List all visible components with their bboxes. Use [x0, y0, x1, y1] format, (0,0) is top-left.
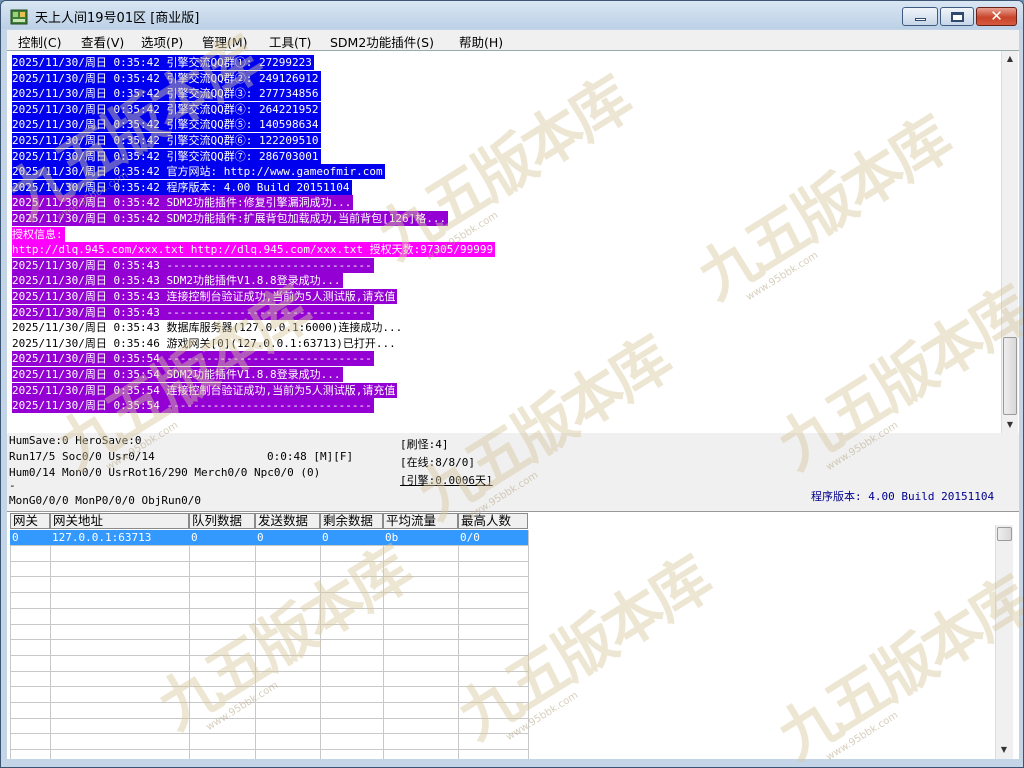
status-engine[interactable]: [引擎:0.0006天] — [400, 474, 493, 488]
grid-column-line — [528, 530, 529, 759]
log-line: 2025/11/30/周日 0:35:42 程序版本: 4.00 Build 2… — [12, 179, 352, 195]
grid-column-line — [10, 530, 11, 759]
column-header[interactable]: 平均流量 — [383, 513, 458, 529]
log-line: 2025/11/30/周日 0:35:42 引擎交流QQ群③: 27773485… — [12, 86, 321, 102]
minimize-icon — [915, 18, 926, 21]
grid-scroll-down-icon[interactable]: ▼ — [996, 742, 1012, 758]
log-line: 2025/11/30/周日 0:35:42 引擎交流QQ群②: 24912691… — [12, 70, 321, 86]
grid-row-line — [10, 639, 528, 641]
menu-view[interactable]: 查看(V) — [81, 32, 124, 51]
log-line: 2025/11/30/周日 0:35:54 ------------------… — [12, 351, 374, 367]
close-icon: ✕ — [990, 7, 1003, 25]
log-scrollbar[interactable]: ▲ ▼ — [1001, 51, 1018, 433]
scroll-up-icon[interactable]: ▲ — [1002, 51, 1018, 67]
table-cell: 127.0.0.1:63713 — [52, 531, 152, 544]
log-line: 授权信息: — [12, 226, 65, 242]
menu-bar: 控制(C) 查看(V) 选项(P) 管理(M) 工具(T) SDM2功能插件(S… — [7, 30, 1019, 50]
grid-row-line — [10, 623, 528, 625]
log-line: 2025/11/30/周日 0:35:42 引擎交流QQ群④: 26422195… — [12, 101, 321, 117]
grid-column-line — [320, 530, 321, 759]
status-refresh-monsters: [刷怪:4] — [400, 438, 449, 451]
table-cell: 0b — [385, 531, 399, 544]
status-time: 0:0:48 [M][F] — [267, 450, 354, 463]
log-line: 2025/11/30/周日 0:35:43 连接控制台验证成功,当前为5人测试版… — [12, 289, 398, 304]
column-header[interactable]: 队列数据 — [189, 513, 255, 529]
menu-tools[interactable]: 工具(T) — [269, 32, 311, 51]
table-cell: 0 — [12, 531, 19, 544]
grid-row-line — [10, 670, 528, 672]
status-run: Run17/5 Soc0/0 Usr0/14 — [9, 450, 155, 463]
grid-row-line — [10, 560, 528, 562]
grid-row-line — [10, 592, 528, 594]
menu-sdm2-plugin[interactable]: SDM2功能插件(S) — [330, 32, 434, 51]
status-version: 程序版本: 4.00 Build 20151104 — [811, 490, 995, 503]
grid-row-line — [10, 686, 528, 688]
grid-row-line — [10, 576, 528, 578]
column-header[interactable]: 网关地址 — [50, 513, 189, 529]
menu-options[interactable]: 选项(P) — [141, 32, 183, 51]
scroll-down-icon[interactable]: ▼ — [1002, 417, 1018, 433]
status-mong: MonG0/0/0 MonP0/0/0 ObjRun0/0 — [9, 494, 202, 507]
log-line: 2025/11/30/周日 0:35:42 引擎交流QQ群⑥: 12220951… — [12, 133, 321, 148]
log-line: 2025/11/30/周日 0:35:43 数据库服务器(127.0.0.1:6… — [12, 321, 403, 335]
status-panel: HumSave:0 HeroSave:0 Run17/5 Soc0/0 Usr0… — [7, 433, 1019, 511]
grid-column-line — [458, 530, 459, 759]
column-header[interactable]: 剩余数据 — [320, 513, 383, 529]
minimize-button[interactable] — [902, 7, 938, 26]
grid-column-line — [50, 530, 51, 759]
log-line: 2025/11/30/周日 0:35:54 ------------------… — [12, 398, 374, 414]
column-header[interactable]: 网关 — [10, 513, 50, 529]
grid-row-line — [10, 702, 528, 703]
grid-row-line — [10, 749, 528, 751]
log-line: 2025/11/30/周日 0:35:42 SDM2功能插件:修复引擎漏洞成功.… — [12, 195, 354, 211]
column-header[interactable]: 发送数据 — [255, 513, 320, 529]
status-humsave: HumSave:0 HeroSave:0 — [9, 434, 142, 447]
log-line: 2025/11/30/周日 0:35:42 官方网站: http://www.g… — [12, 164, 385, 180]
menu-manage[interactable]: 管理(M) — [202, 32, 248, 51]
table-cell: 0 — [191, 531, 198, 544]
log-line: 2025/11/30/周日 0:35:46 游戏网关[0](127.0.0.1:… — [12, 336, 396, 350]
table-cell: 0/0 — [460, 531, 480, 544]
log-line: 2025/11/30/周日 0:35:42 引擎交流QQ群①: 27299223 — [12, 55, 314, 70]
menu-help[interactable]: 帮助(H) — [459, 32, 503, 51]
log-line: 2025/11/30/周日 0:35:42 SDM2功能插件:扩展背包加载成功,… — [12, 211, 449, 226]
grid-row-line — [10, 654, 528, 656]
log-panel[interactable]: 2025/11/30/周日 0:35:42 引擎交流QQ群①: 27299223… — [7, 50, 1019, 433]
grid-column-line — [189, 530, 190, 759]
table-cell: 0 — [257, 531, 264, 544]
grid-row-line — [10, 607, 528, 609]
log-line: 2025/11/30/周日 0:35:43 ------------------… — [12, 304, 374, 320]
gateway-grid[interactable]: 网关 网关地址 队列数据 发送数据 剩余数据 平均流量 最高人数 0 127.0.0.1:637… — [7, 511, 1019, 759]
app-icon — [10, 9, 28, 25]
log-line: 2025/11/30/周日 0:35:42 引擎交流QQ群⑦: 28670300… — [12, 148, 321, 164]
column-header[interactable]: 最高人数 — [458, 513, 528, 529]
log-line: http://dlq.945.com/xxx.txt http://dlq.94… — [12, 242, 496, 258]
menu-control[interactable]: 控制(C) — [18, 32, 61, 51]
status-dash: - — [9, 479, 16, 492]
grid-column-line — [255, 530, 256, 759]
log-line: 2025/11/30/周日 0:35:42 引擎交流QQ群⑤: 14059863… — [12, 117, 321, 133]
grid-row-line — [10, 717, 528, 719]
title-bar[interactable]: 天上人间19号01区 [商业版] ✕ — [1, 1, 1023, 29]
log-scroll-thumb[interactable] — [1003, 337, 1017, 415]
main-window: 天上人间19号01区 [商业版] ✕ 控制(C) 查看(V) 选项(P) 管理(… — [0, 0, 1024, 768]
log-line: 2025/11/30/周日 0:35:43 ------------------… — [12, 257, 374, 273]
status-hum: Hum0/14 Mon0/0 UsrRot16/290 Merch0/0 Npc… — [9, 466, 321, 479]
table-cell: 0 — [322, 531, 329, 544]
grid-row-line — [10, 545, 528, 546]
log-line: 2025/11/30/周日 0:35:54 连接控制台验证成功,当前为5人测试版… — [12, 382, 398, 398]
close-button[interactable]: ✕ — [976, 7, 1017, 26]
grid-row-line — [10, 733, 528, 735]
grid-column-line — [383, 530, 384, 759]
window-title: 天上人间19号01区 [商业版] — [35, 11, 200, 26]
grid-scrollbar[interactable]: ▼ — [995, 525, 1013, 759]
maximize-icon — [951, 12, 964, 22]
log-line: 2025/11/30/周日 0:35:54 SDM2功能插件V1.8.8登录成功… — [12, 367, 343, 382]
log-line: 2025/11/30/周日 0:35:43 SDM2功能插件V1.8.8登录成功… — [12, 273, 343, 289]
maximize-button[interactable] — [940, 7, 974, 26]
status-online: [在线:8/8/0] — [400, 456, 475, 469]
grid-scroll-thumb[interactable] — [997, 527, 1012, 541]
